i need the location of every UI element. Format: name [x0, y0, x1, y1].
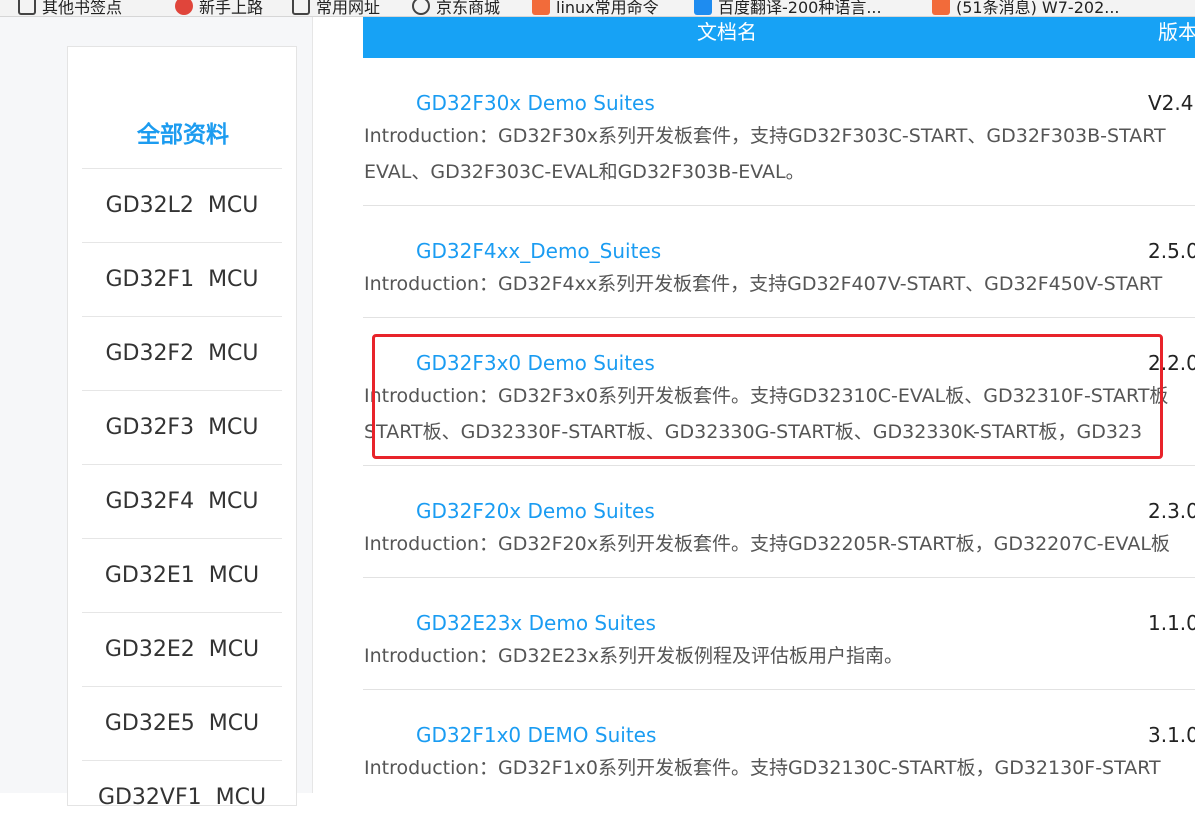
table-row: GD32F4xx_Demo_Suites 2.5.0 Introduction：…: [363, 206, 1195, 318]
doc-title-link[interactable]: GD32F1x0 DEMO Suites: [416, 723, 656, 747]
intro-line: EVAL、GD32F303C-EVAL和GD32F303B-EVAL。: [364, 161, 805, 183]
bookmark-label: 其他书签点: [42, 0, 123, 17]
sidebar-item-gd32e1[interactable]: GD32E1 MCU: [82, 538, 282, 612]
table-row: GD32F1x0 DEMO Suites 3.1.0 Introduction：…: [363, 690, 1195, 793]
blue-square-icon: [694, 0, 712, 15]
bookmark-label: 新手上路: [199, 0, 264, 17]
doc-version: 3.1.0: [1148, 723, 1195, 747]
bookmark-label: 常用网址: [316, 0, 381, 17]
doc-title-link[interactable]: GD32F20x Demo Suites: [416, 499, 655, 523]
bookmark-csdn[interactable]: (51条消息) W7-202...: [932, 0, 1120, 17]
bookmark-label: 京东商城: [436, 0, 501, 17]
doc-title-link[interactable]: GD32E23x Demo Suites: [416, 611, 656, 635]
table-row: GD32F20x Demo Suites 2.3.0 Introduction：…: [363, 466, 1195, 578]
globe-icon: [412, 0, 430, 15]
category-list: GD32L2 MCU GD32F1 MCU GD32F2 MCU GD32F3 …: [82, 168, 282, 834]
doc-intro: Introduction：GD32F1x0系列开发板套件。支持GD32130C-…: [364, 750, 1195, 786]
folder-icon: [18, 0, 36, 15]
doc-version: 2.3.0: [1148, 499, 1195, 523]
sidebar-item-gd32f2[interactable]: GD32F2 MCU: [82, 316, 282, 390]
sidebar-item-gd32f1[interactable]: GD32F1 MCU: [82, 242, 282, 316]
bookmark-baidu-translate[interactable]: 百度翻译-200种语言...: [694, 0, 882, 17]
intro-line: Introduction：GD32E23x系列开发板例程及评估板用户指南。: [364, 645, 904, 667]
folder-icon: [292, 0, 310, 15]
bookmark-label: (51条消息) W7-202...: [956, 0, 1120, 17]
sidebar-item-gd32e5[interactable]: GD32E5 MCU: [82, 686, 282, 760]
category-sidebar: 全部资料 GD32L2 MCU GD32F1 MCU GD32F2 MCU GD…: [67, 46, 298, 810]
doc-title-link[interactable]: GD32F4xx_Demo_Suites: [416, 239, 661, 263]
red-circle-icon: [175, 0, 193, 15]
doc-intro: Introduction：GD32F4xx系列开发板套件，支持GD32F407V…: [364, 266, 1195, 302]
doc-title-link[interactable]: GD32F30x Demo Suites: [416, 91, 655, 115]
table-row: GD32F30x Demo Suites V2.4. Introduction：…: [363, 58, 1195, 206]
column-header-version: 版本: [1158, 20, 1195, 44]
sidebar-item-gd32vf1[interactable]: GD32VF1 MCU: [82, 760, 282, 834]
sidebar-item-gd32e2[interactable]: GD32E2 MCU: [82, 612, 282, 686]
table-row: GD32E23x Demo Suites 1.1.0 Introduction：…: [363, 578, 1195, 690]
orange-square-icon: [932, 0, 950, 15]
doc-intro: Introduction：GD32E23x系列开发板例程及评估板用户指南。: [364, 638, 1195, 674]
sidebar-item-gd32f4[interactable]: GD32F4 MCU: [82, 464, 282, 538]
bookmark-newbie[interactable]: 新手上路: [175, 0, 264, 17]
bookmark-common[interactable]: 常用网址: [292, 0, 381, 17]
bookmark-label: linux常用命令: [556, 0, 659, 17]
intro-line: Introduction：GD32F20x系列开发板套件。支持GD32205R-…: [364, 533, 1170, 555]
orange-square-icon: [532, 0, 550, 15]
doc-intro: Introduction：GD32F30x系列开发板套件，支持GD32F303C…: [364, 118, 1195, 190]
bookmark-label: 百度翻译-200种语言...: [718, 0, 882, 17]
bookmark-jd[interactable]: 京东商城: [412, 0, 501, 17]
column-header-name: 文档名: [697, 20, 757, 44]
bookmark-other[interactable]: 其他书签点: [18, 0, 123, 17]
intro-line: Introduction：GD32F4xx系列开发板套件，支持GD32F407V…: [364, 273, 1163, 295]
intro-line: Introduction：GD32F30x系列开发板套件，支持GD32F303C…: [364, 125, 1166, 147]
sidebar-item-gd32f3[interactable]: GD32F3 MCU: [82, 390, 282, 464]
sidebar-title[interactable]: 全部资料: [68, 115, 298, 149]
sidebar-item-gd32l2[interactable]: GD32L2 MCU: [82, 168, 282, 242]
doc-intro: Introduction：GD32F20x系列开发板套件。支持GD32205R-…: [364, 526, 1195, 562]
doc-version: 1.1.0: [1148, 611, 1195, 635]
bookmark-linux[interactable]: linux常用命令: [532, 0, 659, 17]
bookmarks-bar: 其他书签点 新手上路 常用网址 京东商城 linux常用命令 百度翻译-200种…: [0, 0, 1195, 17]
intro-line: Introduction：GD32F1x0系列开发板套件。支持GD32130C-…: [364, 757, 1161, 779]
doc-version: V2.4.: [1148, 91, 1195, 115]
highlight-annotation-box: [372, 334, 1163, 459]
doc-version: 2.5.0: [1148, 239, 1195, 263]
